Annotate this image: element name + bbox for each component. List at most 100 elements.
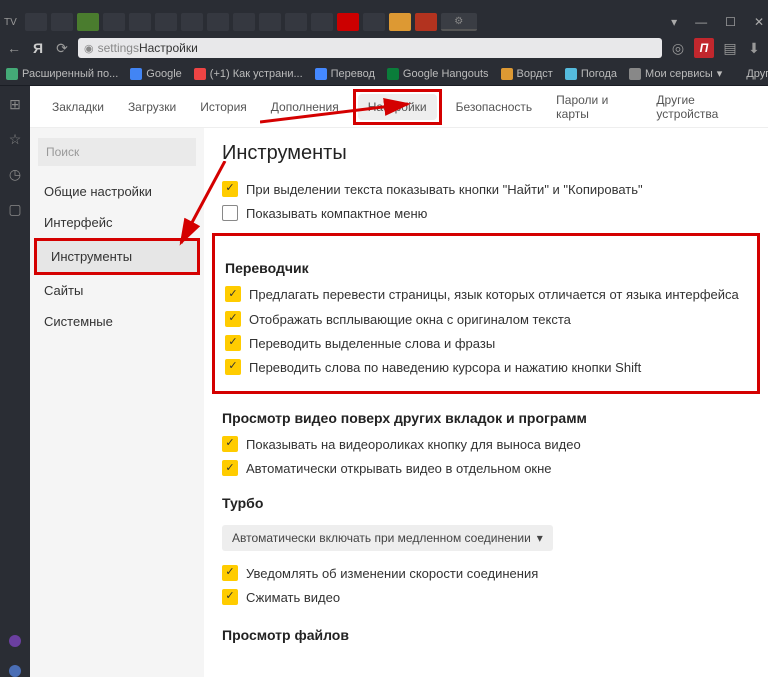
back-button[interactable]: ← xyxy=(6,40,22,56)
tab-addons[interactable]: Дополнения xyxy=(261,94,349,120)
checkbox-label: Переводить слова по наведению курсора и … xyxy=(249,359,641,377)
browser-tab-active[interactable]: ⚙ xyxy=(441,13,477,31)
bookmark-item[interactable]: Мои сервисы ▾ xyxy=(629,67,722,80)
settings-sidebar: Поиск Общие настройки Интерфейс Инструме… xyxy=(30,128,204,677)
section-heading: Переводчик xyxy=(225,260,747,276)
window-dropdown-icon[interactable]: ▾ xyxy=(671,15,677,29)
highlight-box: Инструменты xyxy=(34,238,200,275)
sidebar-item-general[interactable]: Общие настройки xyxy=(30,176,204,207)
reload-button[interactable]: ⟳ xyxy=(54,40,70,57)
browser-tab[interactable] xyxy=(389,13,411,31)
extensions-icon[interactable]: ▤ xyxy=(722,40,738,57)
browser-tab[interactable] xyxy=(415,13,437,31)
section-heading: Турбо xyxy=(222,495,750,511)
tab-devices[interactable]: Другие устройства xyxy=(646,87,756,127)
sidebar-item-tools[interactable]: Инструменты xyxy=(37,241,197,272)
checkbox-label: Показывать на видеороликах кнопку для вы… xyxy=(246,436,581,454)
sidebar-item-sites[interactable]: Сайты xyxy=(30,275,204,306)
highlight-box: Настройки xyxy=(353,89,442,125)
window-minimize-icon[interactable]: — xyxy=(695,15,707,29)
sidebar-item-system[interactable]: Системные xyxy=(30,306,204,337)
checkbox[interactable]: ✓ xyxy=(222,436,238,452)
page-title: Инструменты xyxy=(222,142,750,165)
browser-tab[interactable] xyxy=(363,13,385,31)
checkbox[interactable]: ✓ xyxy=(225,335,241,351)
checkbox-label: Уведомлять об изменении скорости соедине… xyxy=(246,565,538,583)
checkbox-row: ✓ При выделении текста показывать кнопки… xyxy=(222,181,750,199)
page-content: Закладки Загрузки История Дополнения Нас… xyxy=(30,86,768,677)
browser-tab[interactable] xyxy=(207,13,229,31)
checkbox[interactable]: ✓ xyxy=(222,589,238,605)
shield-icon[interactable]: ◎ xyxy=(670,40,686,57)
bookmark-item[interactable]: Погода xyxy=(565,68,617,80)
checkbox-label: Показывать компактное меню xyxy=(246,205,427,223)
checkbox[interactable]: ✓ xyxy=(222,181,238,197)
settings-tabs: Закладки Загрузки История Дополнения Нас… xyxy=(30,86,768,128)
browser-tab[interactable] xyxy=(103,13,125,31)
window-titlebar xyxy=(0,0,768,10)
sidebar-item-interface[interactable]: Интерфейс xyxy=(30,207,204,238)
browser-tab[interactable] xyxy=(155,13,177,31)
extension-icon[interactable]: П xyxy=(694,38,714,58)
checkbox[interactable]: ✓ xyxy=(222,460,238,476)
browser-tab[interactable] xyxy=(77,13,99,31)
collections-icon[interactable]: ▢ xyxy=(8,201,21,218)
checkbox[interactable]: ✓ xyxy=(225,286,241,302)
tab-settings[interactable]: Настройки xyxy=(358,94,437,120)
tab-passwords[interactable]: Пароли и карты xyxy=(546,87,642,127)
settings-panel: Инструменты ✓ При выделении текста показ… xyxy=(204,128,768,677)
bookmark-item[interactable]: (+1) Как устрани... xyxy=(194,68,303,80)
bookmark-item[interactable]: Расширенный по... xyxy=(6,68,118,80)
checkbox[interactable] xyxy=(222,205,238,221)
yandex-logo-icon[interactable]: Я xyxy=(30,40,46,56)
checkbox[interactable]: ✓ xyxy=(225,359,241,375)
window-maximize-icon[interactable]: ☐ xyxy=(725,15,736,29)
checkbox-label: При выделении текста показывать кнопки "… xyxy=(246,181,643,199)
chevron-down-icon: ▾ xyxy=(537,531,543,545)
checkbox[interactable]: ✓ xyxy=(222,565,238,581)
url-input[interactable]: ◉ settings Настройки xyxy=(78,38,662,58)
browser-tab[interactable] xyxy=(25,13,47,31)
other-bookmarks[interactable]: Другие закладки xyxy=(746,68,768,80)
checkbox-label: Сжимать видео xyxy=(246,589,340,607)
tv-label: TV xyxy=(4,17,17,28)
url-text: Настройки xyxy=(139,41,198,55)
assistant-icon[interactable] xyxy=(9,665,21,677)
turbo-select[interactable]: Автоматически включать при медленном сое… xyxy=(222,525,553,551)
bookmark-item[interactable]: Google Hangouts xyxy=(387,68,489,80)
browser-tab[interactable] xyxy=(285,13,307,31)
browser-tab[interactable] xyxy=(233,13,255,31)
checkbox-label: Предлагать перевести страницы, язык кото… xyxy=(249,286,739,304)
browser-tab[interactable] xyxy=(129,13,151,31)
checkbox-label: Отображать всплывающие окна с оригиналом… xyxy=(249,311,571,329)
tab-security[interactable]: Безопасность xyxy=(446,94,543,120)
download-icon[interactable]: ⬇ xyxy=(746,40,762,57)
side-panel: ⊞ ☆ ◷ ▢ xyxy=(0,86,30,677)
window-close-icon[interactable]: ✕ xyxy=(754,15,764,29)
browser-tab[interactable] xyxy=(311,13,333,31)
alice-icon[interactable] xyxy=(9,635,21,647)
checkbox-label: Автоматически открывать видео в отдельно… xyxy=(246,460,552,478)
bookmark-item[interactable]: Вордст xyxy=(501,68,553,80)
address-bar: ← Я ⟳ ◉ settings Настройки ◎ П ▤ ⬇ xyxy=(0,34,768,62)
browser-tab[interactable] xyxy=(181,13,203,31)
bookmark-item[interactable]: Google xyxy=(130,68,181,80)
tab-bookmarks[interactable]: Закладки xyxy=(42,94,114,120)
clock-icon[interactable]: ◷ xyxy=(9,166,21,183)
bookmarks-bar: Расширенный по... Google (+1) Как устран… xyxy=(0,62,768,86)
checkbox[interactable]: ✓ xyxy=(225,311,241,327)
apps-icon[interactable]: ⊞ xyxy=(9,96,21,113)
browser-tab[interactable] xyxy=(51,13,73,31)
bookmark-item[interactable]: Перевод xyxy=(315,68,375,80)
tab-downloads[interactable]: Загрузки xyxy=(118,94,186,120)
browser-tab[interactable] xyxy=(259,13,281,31)
checkbox-row: Показывать компактное меню xyxy=(222,205,750,223)
browser-tabstrip: TV ⚙ ▾ — ☐ ✕ xyxy=(0,10,768,34)
star-icon[interactable]: ☆ xyxy=(9,131,22,148)
section-heading: Просмотр файлов xyxy=(222,627,750,643)
search-input[interactable]: Поиск xyxy=(38,138,196,166)
browser-tab[interactable] xyxy=(337,13,359,31)
tab-history[interactable]: История xyxy=(190,94,257,120)
url-prefix: settings xyxy=(98,41,139,55)
highlight-box: Переводчик ✓ Предлагать перевести страниц… xyxy=(212,233,760,394)
